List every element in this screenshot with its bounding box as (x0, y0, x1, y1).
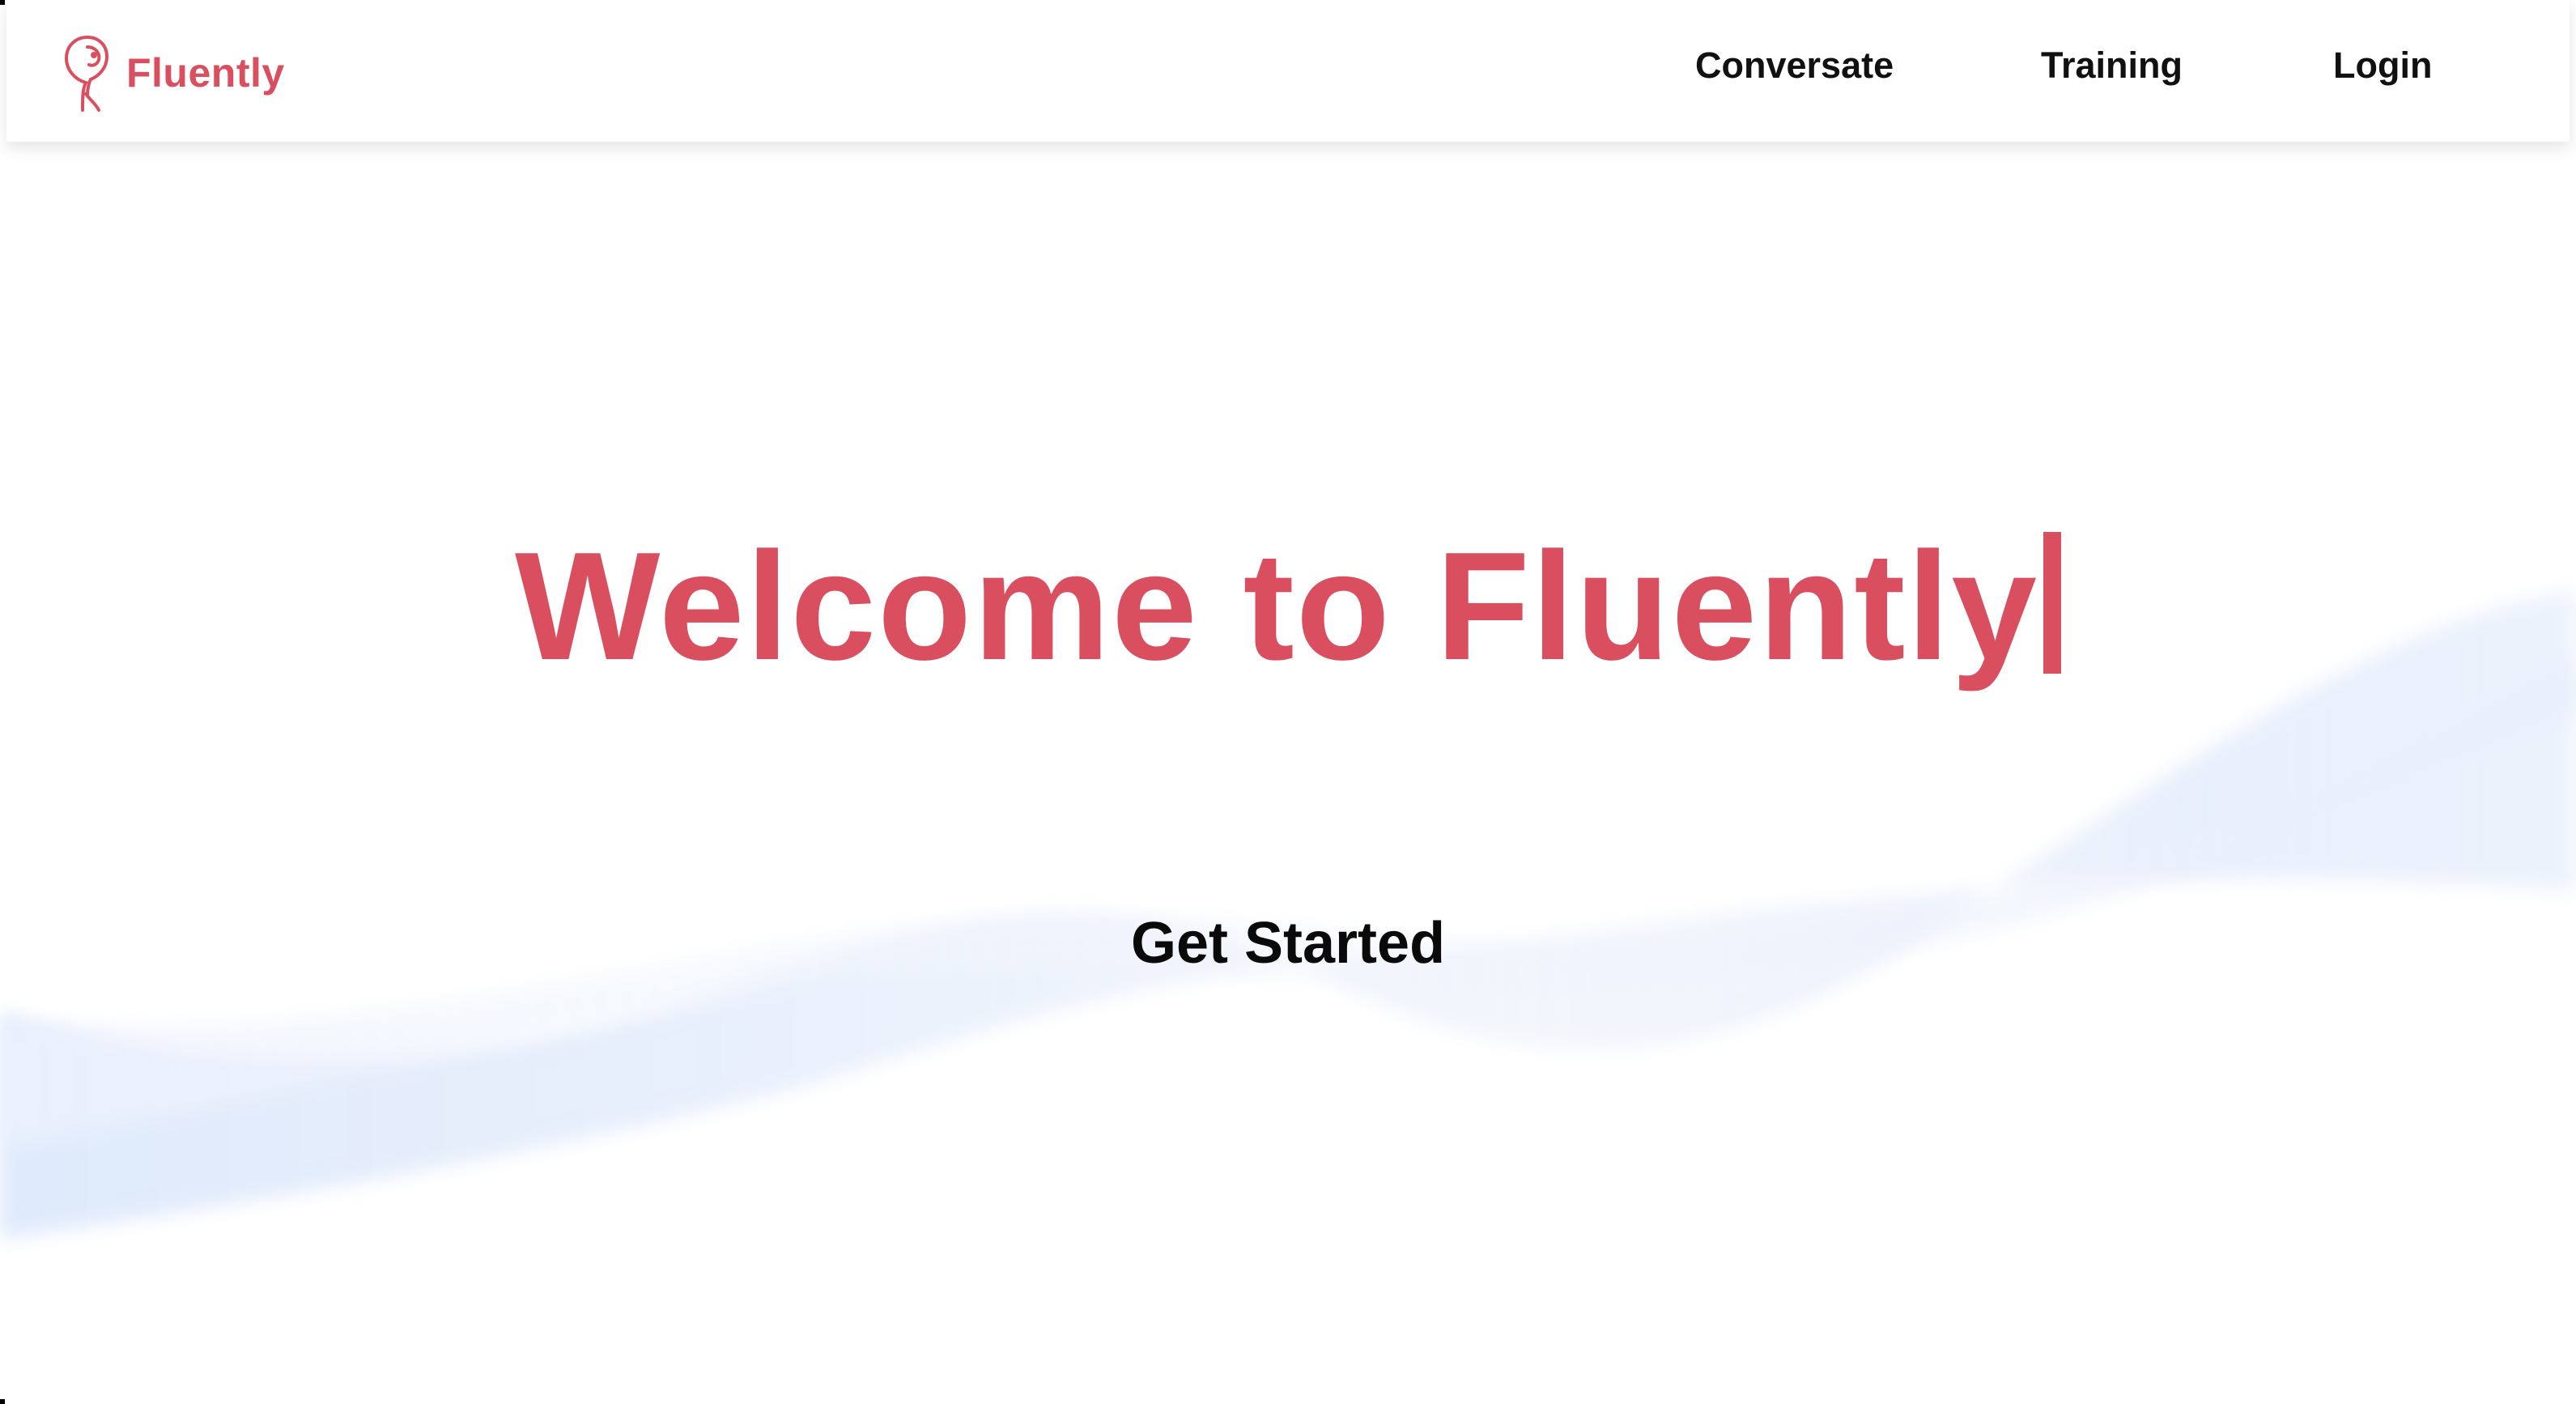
nav-link-login[interactable]: Login (2333, 45, 2432, 87)
brand-name: Fluently (126, 50, 285, 96)
hero-title: Welcome to Fluently (515, 521, 2038, 692)
navbar: Fluently Conversate Training Login (6, 0, 2570, 142)
page: Fluently Conversate Training Login Welco… (0, 0, 2576, 1404)
hero-title-wrapper: Welcome to Fluently (0, 518, 2576, 695)
brand-link[interactable]: Fluently (58, 32, 285, 113)
typing-cursor (2043, 532, 2061, 674)
get-started-button[interactable]: Get Started (1073, 903, 1503, 984)
nav-link-training[interactable]: Training (2041, 45, 2183, 87)
corner-mark (0, 1399, 5, 1404)
parrot-icon (64, 35, 109, 112)
nav-link-conversate[interactable]: Conversate (1695, 45, 1894, 87)
corner-mark (0, 0, 5, 5)
